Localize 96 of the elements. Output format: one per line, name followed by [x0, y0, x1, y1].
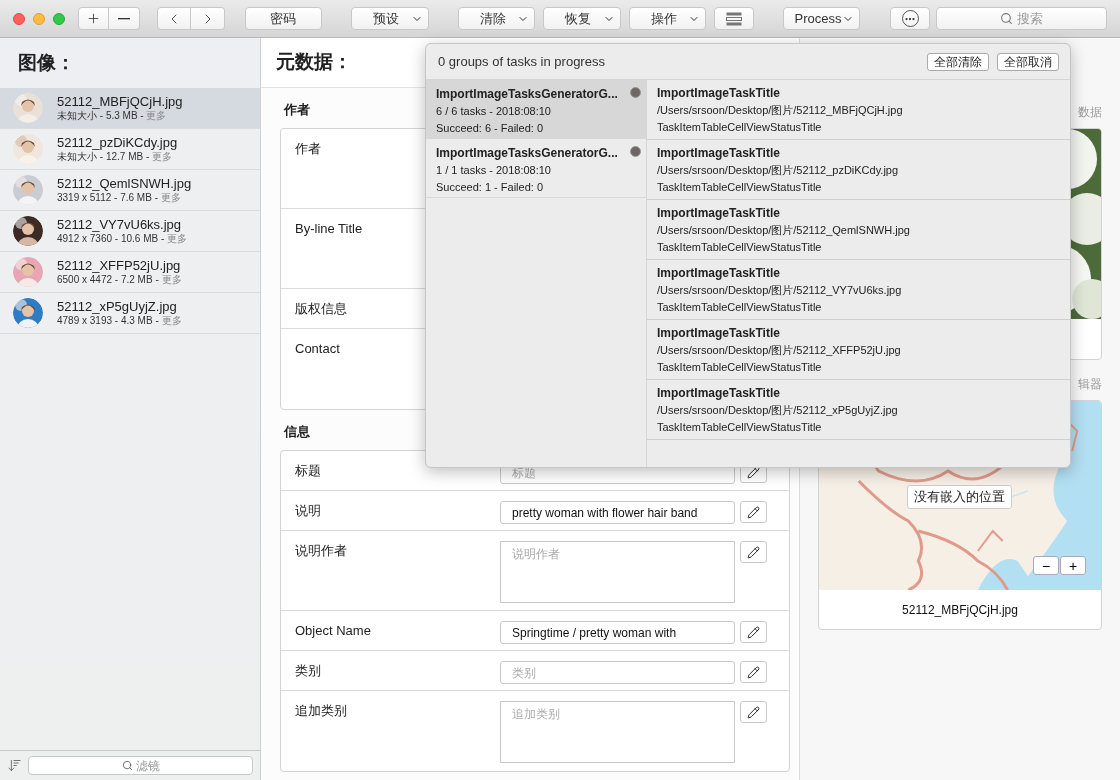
toolbar-button[interactable]: 密码	[245, 7, 322, 30]
task-path: /Users/srsoon/Desktop/图片/52112_pzDiKCdy.jpg	[657, 163, 900, 178]
task-status: TaskItemTableCellViewStatusTitle	[657, 360, 823, 375]
pencil-icon	[747, 705, 760, 719]
section-caption: 辑器	[1078, 376, 1102, 393]
popover-button[interactable]: 全部取消	[997, 52, 1059, 71]
tasks-button[interactable]	[714, 7, 754, 30]
file-name: 52112_MBFjQCjH.jpg	[902, 601, 1018, 619]
task-path: /Users/srsoon/Desktop/图片/52112_MBFjQCjH.jpg	[657, 103, 904, 118]
group-title: ImportImageTasksGeneratorG...	[436, 86, 619, 103]
field-label: 类别	[295, 662, 321, 680]
task-path: /Users/srsoon/Desktop/图片/52112_VY7vU6ks.jpg	[657, 283, 903, 298]
popover-title: 0 groups of tasks in progress	[438, 52, 606, 71]
file-info: 4912 x 7360 - 10.6 MB -	[57, 232, 166, 244]
search-icon	[121, 760, 133, 771]
group-progress: 1 / 1 tasks - 2018:08:10	[436, 163, 552, 178]
dropdown-button[interactable]: 操作	[628, 7, 707, 30]
group-progress: 6 / 6 tasks - 2018:08:10	[436, 104, 552, 119]
task-path: /Users/srsoon/Desktop/图片/52112_xP5gUyjZ.jpg	[657, 403, 899, 418]
pencil-icon	[747, 545, 760, 559]
more-button[interactable]	[890, 7, 930, 30]
field-label: 版权信息	[295, 300, 347, 318]
text-field[interactable]: Springtime / pretty woman with	[500, 621, 735, 644]
image-list-item[interactable]: 52112_MBFjQCjH.jpg 未知大小 - 5.3 MB - 更多	[0, 88, 260, 129]
file-name: 52112_QemlSNWH.jpg	[57, 175, 192, 192]
edit-button[interactable]	[740, 501, 767, 523]
file-name: 52112_pzDiKCdy.jpg	[57, 134, 178, 151]
edit-button[interactable]	[740, 621, 767, 643]
file-info: 3319 x 5112 - 7.6 MB -	[57, 191, 159, 203]
zoom-in-button[interactable]: +	[1060, 556, 1086, 575]
dropdown-button[interactable]: 预设	[351, 7, 429, 30]
section-title: 作者	[284, 100, 310, 119]
field-label: Contact	[295, 340, 340, 358]
task-title: ImportImageTaskTitle	[657, 325, 781, 342]
task-path: /Users/srsoon/Desktop/图片/52112_QemlSNWH.jpg	[657, 223, 911, 238]
field-label: 说明作者	[295, 542, 347, 560]
edit-button[interactable]	[740, 541, 767, 563]
file-info: 未知大小 - 12.7 MB -	[57, 150, 151, 162]
pencil-icon	[747, 625, 760, 639]
file-name: 52112_MBFjQCjH.jpg	[57, 93, 183, 110]
field-label: 作者	[295, 140, 321, 158]
task-group-row[interactable]: ImportImageTasksGeneratorG... 6 / 6 tasks - 2018:08:10 Succeed: 6 - Failed: 0	[426, 80, 646, 139]
field-label: Object Name	[295, 622, 371, 640]
group-result: Succeed: 6 - Failed: 0	[436, 121, 544, 136]
remove-icon	[118, 17, 130, 20]
add-button[interactable]	[78, 7, 109, 30]
image-list-item[interactable]: 52112_QemlSNWH.jpg 3319 x 5112 - 7.6 MB - 更多	[0, 170, 260, 211]
file-name: 52112_xP5gUyjZ.jpg	[57, 298, 178, 315]
pencil-icon	[747, 465, 760, 479]
section-caption: 数据	[1078, 104, 1102, 121]
task-title: ImportImageTaskTitle	[657, 85, 781, 102]
field-label: 说明	[295, 502, 321, 520]
edit-button[interactable]	[740, 661, 767, 683]
pencil-icon	[747, 505, 760, 519]
dropdown-button[interactable]: 清除	[457, 7, 536, 30]
add-icon	[86, 11, 101, 26]
task-status: TaskItemTableCellViewStatusTitle	[657, 180, 823, 195]
sidebar-title: 图像：	[18, 50, 75, 75]
field-label: 追加类别	[295, 702, 347, 720]
task-status: TaskItemTableCellViewStatusTitle	[657, 240, 823, 255]
dropdown-button[interactable]: 恢复	[543, 7, 621, 30]
zoom-out-button[interactable]: −	[1033, 556, 1059, 575]
sort-icon[interactable]	[7, 758, 22, 773]
dropdown-button[interactable]: Process	[782, 7, 861, 30]
task-title: ImportImageTaskTitle	[657, 145, 781, 162]
field-label: 标题	[295, 462, 321, 480]
task-status: TaskItemTableCellViewStatusTitle	[657, 120, 823, 135]
file-info: 6500 x 4472 - 7.2 MB -	[57, 273, 160, 285]
file-info: 未知大小 - 5.3 MB -	[57, 109, 145, 121]
search-icon	[999, 12, 1013, 25]
task-group-row[interactable]: ImportImageTasksGeneratorG... 1 / 1 tasks - 2018:08:10 Succeed: 1 - Failed: 0	[426, 139, 646, 198]
pencil-icon	[747, 665, 760, 679]
popover-button[interactable]: 全部清除	[927, 52, 989, 71]
file-name: 52112_XFFP52jU.jpg	[57, 257, 182, 274]
task-status: TaskItemTableCellViewStatusTitle	[657, 420, 823, 435]
edit-button[interactable]	[740, 701, 767, 723]
task-title: ImportImageTaskTitle	[657, 205, 781, 222]
task-title: ImportImageTaskTitle	[657, 265, 781, 282]
group-result: Succeed: 1 - Failed: 0	[436, 180, 544, 195]
map-tooltip: 没有嵌入的位置	[907, 485, 1012, 509]
image-list-item[interactable]: 52112_VY7vU6ks.jpg 4912 x 7360 - 10.6 MB - 更多	[0, 211, 260, 252]
task-title: ImportImageTaskTitle	[657, 385, 781, 402]
task-path: /Users/srsoon/Desktop/图片/52112_XFFP52jU.jpg	[657, 343, 902, 358]
file-name: 52112_VY7vU6ks.jpg	[57, 216, 183, 233]
panel-title: 元数据：	[276, 50, 352, 75]
image-list-item[interactable]: 52112_pzDiKCdy.jpg 未知大小 - 12.7 MB - 更多	[0, 129, 260, 170]
close-button[interactable]	[13, 12, 25, 25]
task-status: TaskItemTableCellViewStatusTitle	[657, 300, 823, 315]
text-field[interactable]: pretty woman with flower hair band	[500, 501, 735, 524]
field-label: By-line Title	[295, 220, 363, 238]
task-list-icon	[726, 11, 742, 26]
section-title: 信息	[284, 422, 310, 441]
group-title: ImportImageTasksGeneratorG...	[436, 145, 619, 162]
image-list-item[interactable]: 52112_XFFP52jU.jpg 6500 x 4472 - 7.2 MB - 更多	[0, 252, 260, 293]
file-info: 4789 x 3193 - 4.3 MB -	[57, 314, 160, 326]
image-list-item[interactable]: 52112_xP5gUyjZ.jpg 4789 x 3193 - 4.3 MB - 更多	[0, 293, 260, 334]
